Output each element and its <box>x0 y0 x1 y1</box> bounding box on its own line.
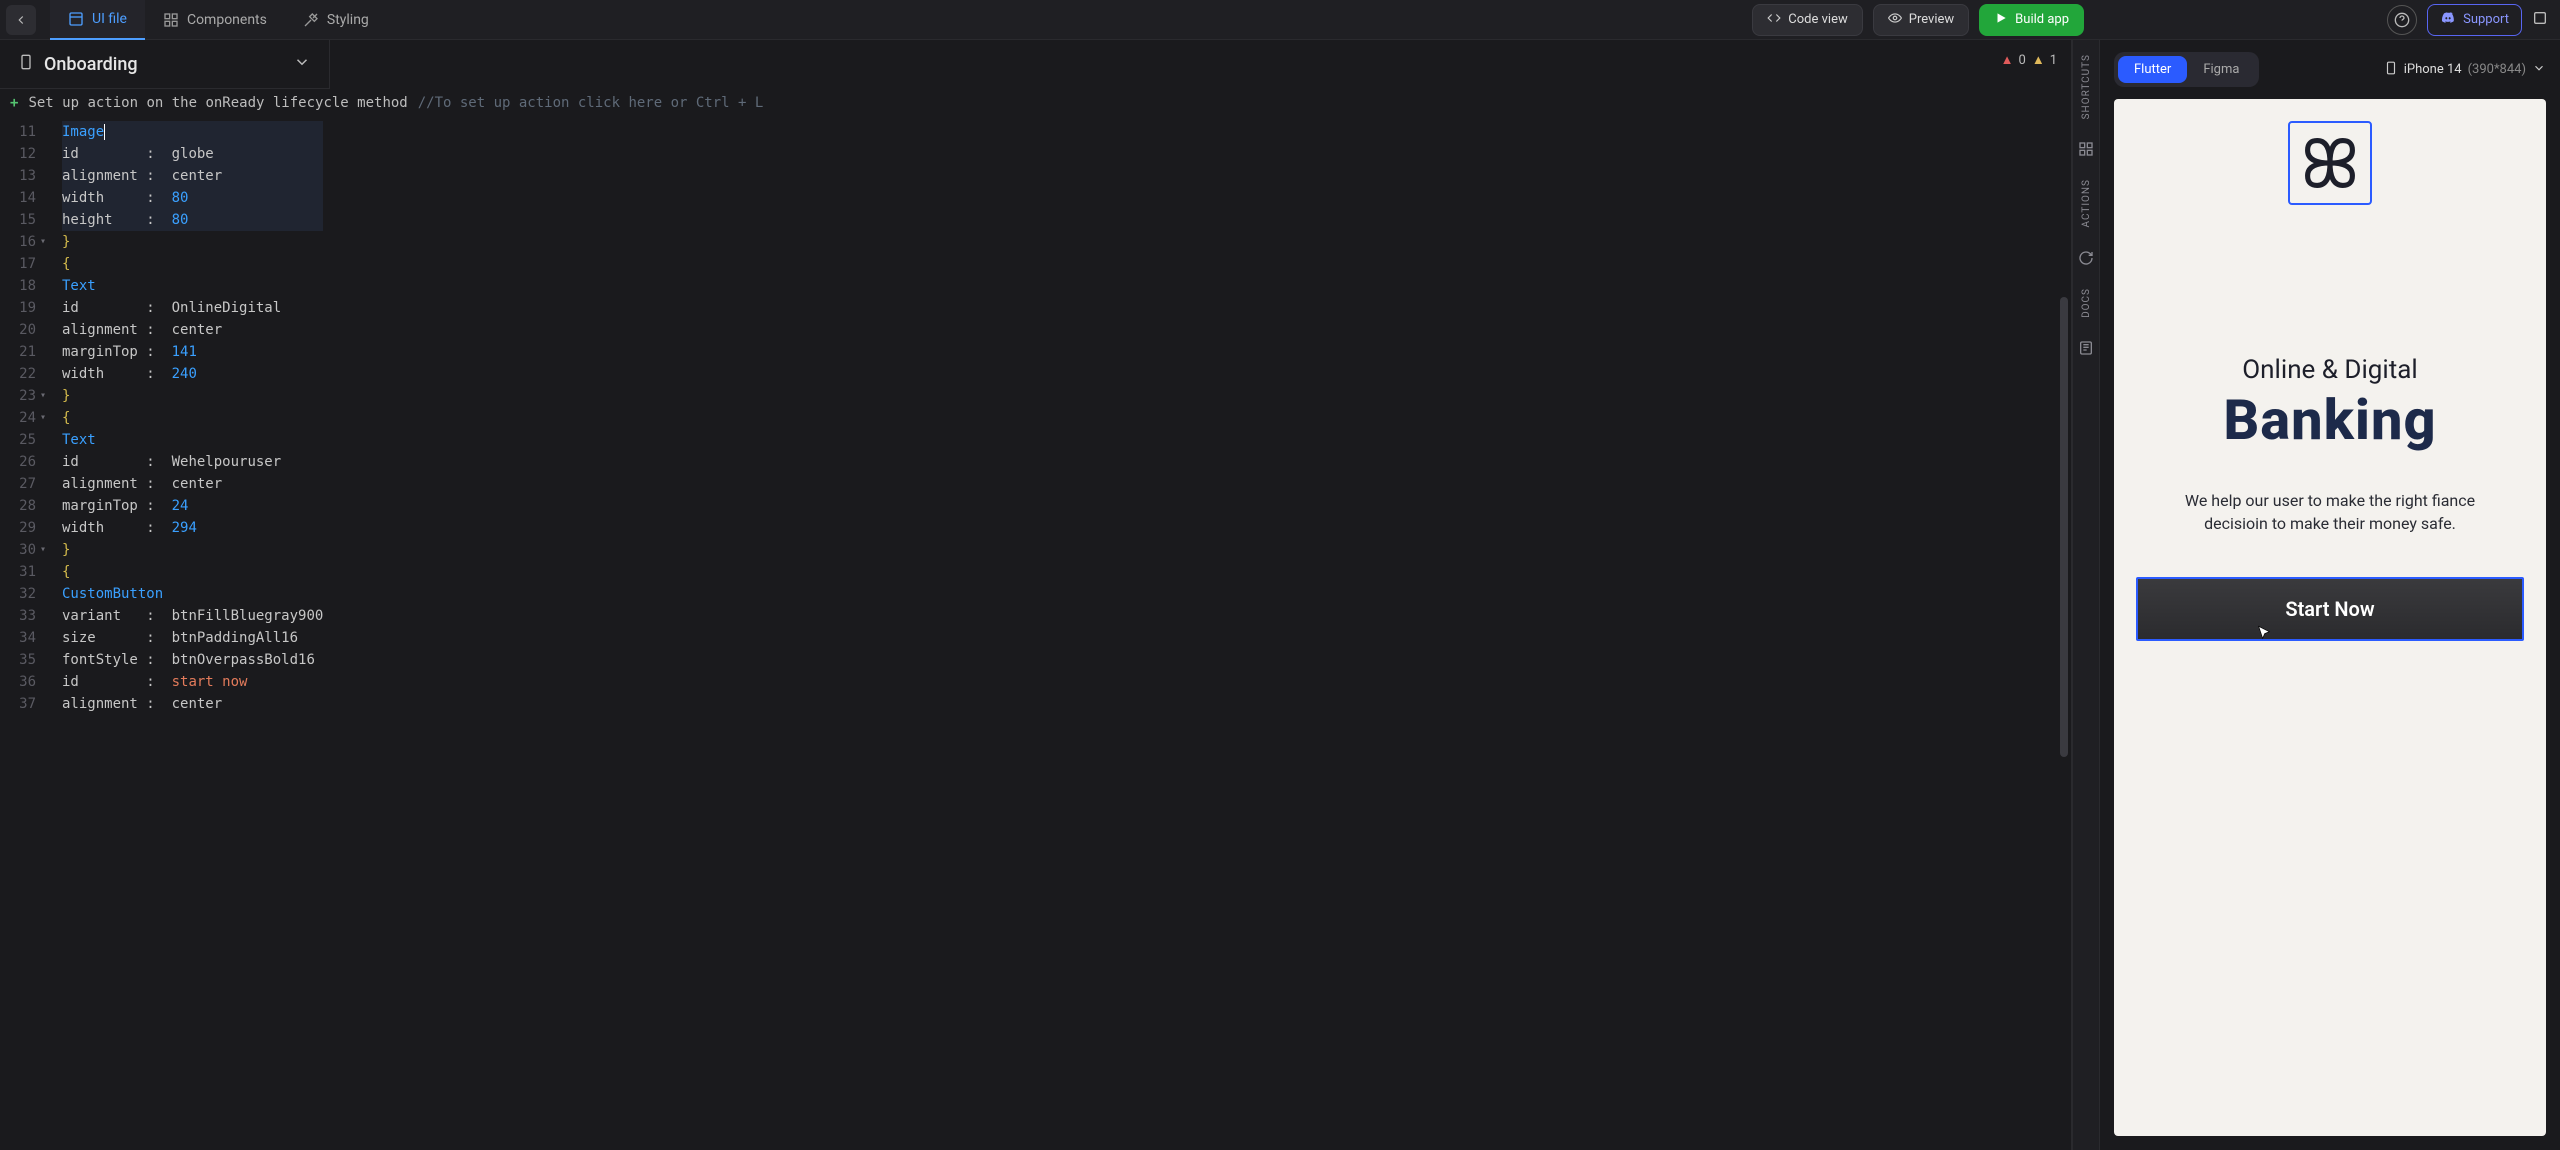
problem-counters[interactable]: ▲ 0 ▲ 1 <box>2001 52 2057 68</box>
onboarding-big: Banking <box>2223 387 2436 453</box>
expand-icon[interactable] <box>2532 10 2548 30</box>
code-line[interactable]: fontStyle : btnOverpassBold16 <box>62 649 323 671</box>
styling-icon <box>303 12 319 28</box>
code-line[interactable]: { <box>62 561 323 583</box>
code-line[interactable]: Image <box>62 121 323 143</box>
top-tabs: UI file Components Styling <box>50 0 387 40</box>
code-line[interactable]: CustomButton <box>62 583 323 605</box>
start-now-label: Start Now <box>2285 597 2374 621</box>
tab-components[interactable]: Components <box>145 0 285 40</box>
editor-panel: Onboarding ▲ 0 ▲ 1 + Set up action on th… <box>0 40 2072 1150</box>
code-line[interactable]: width : 294 <box>62 517 323 539</box>
file-header: Onboarding <box>0 40 330 89</box>
main: Onboarding ▲ 0 ▲ 1 + Set up action on th… <box>0 40 2560 1150</box>
app-logo[interactable] <box>2288 121 2372 205</box>
action-hint-text: Set up action on the onReady lifecycle m… <box>28 95 407 111</box>
code-line[interactable]: marginTop : 24 <box>62 495 323 517</box>
code-line[interactable]: width : 80 <box>62 187 323 209</box>
action-hint-comment: //To set up action click here or Ctrl + … <box>418 95 764 111</box>
start-now-button[interactable]: Start Now <box>2136 577 2524 641</box>
chevron-down-icon[interactable] <box>293 53 311 75</box>
file-name: Onboarding <box>44 54 138 75</box>
preview-label: Preview <box>1909 12 1954 27</box>
code-line[interactable]: { <box>62 253 323 275</box>
code-line[interactable]: width : 240 <box>62 363 323 385</box>
device-select[interactable]: iPhone 14 (390*844) <box>2384 59 2546 81</box>
code-line[interactable]: id : globe <box>62 143 323 165</box>
help-button[interactable] <box>2387 5 2417 35</box>
grid-icon[interactable] <box>2078 141 2094 157</box>
support-label: Support <box>2463 12 2509 27</box>
code-line[interactable]: alignment : center <box>62 693 323 715</box>
code-line[interactable]: alignment : center <box>62 473 323 495</box>
back-button[interactable] <box>6 5 36 35</box>
code-icon <box>1767 11 1781 29</box>
tab-label: Styling <box>327 12 369 28</box>
components-icon <box>163 12 179 28</box>
error-icon: ▲ <box>2001 52 2014 68</box>
code-line[interactable]: alignment : center <box>62 165 323 187</box>
code-line[interactable]: marginTop : 141 <box>62 341 323 363</box>
tab-styling[interactable]: Styling <box>285 0 387 40</box>
seg-flutter[interactable]: Flutter <box>2118 56 2187 83</box>
eye-icon <box>1888 11 1902 29</box>
play-icon <box>1994 11 2008 29</box>
code-line[interactable]: variant : btnFillBluegray900 <box>62 605 323 627</box>
action-hint-bar[interactable]: + Set up action on the onReady lifecycle… <box>0 89 2071 117</box>
code-line[interactable]: id : OnlineDigital <box>62 297 323 319</box>
phone-icon <box>2384 59 2398 81</box>
code-editor[interactable]: 111213141516▾17181920212223▾24▾252627282… <box>0 117 2071 1150</box>
code-line[interactable]: id : start now <box>62 671 323 693</box>
framework-segmented: Flutter Figma <box>2114 52 2259 87</box>
scrollbar[interactable] <box>2060 297 2068 757</box>
error-count: 0 <box>2019 53 2026 68</box>
seg-figma[interactable]: Figma <box>2187 56 2255 83</box>
support-button[interactable]: Support <box>2427 4 2522 36</box>
side-docs[interactable]: DOCS <box>2081 288 2092 318</box>
ui-file-icon <box>68 11 84 27</box>
side-shortcuts[interactable]: SHORTCUTS <box>2081 54 2092 119</box>
code-line[interactable]: alignment : center <box>62 319 323 341</box>
side-actions[interactable]: ACTIONS <box>2081 179 2092 227</box>
device-name: iPhone 14 <box>2404 62 2462 77</box>
device-dims: (390*844) <box>2468 62 2526 77</box>
code-line[interactable]: } <box>62 385 323 407</box>
phone-preview: Online & Digital Banking We help our use… <box>2114 99 2546 1136</box>
code-line[interactable]: height : 80 <box>62 209 323 231</box>
cursor-icon <box>2256 623 2272 643</box>
code-line[interactable]: } <box>62 539 323 561</box>
preview-button[interactable]: Preview <box>1873 4 1969 36</box>
preview-panel: Flutter Figma iPhone 14 (390*844) <box>2100 40 2560 1150</box>
code-line[interactable]: { <box>62 407 323 429</box>
side-strip: SHORTCUTS ACTIONS DOCS <box>2072 40 2100 1150</box>
onboarding-title: Online & Digital <box>2242 355 2417 385</box>
onboarding-subtitle: We help our user to make the right fianc… <box>2170 489 2490 535</box>
top-actions: Code view Preview Build app <box>1752 4 2084 36</box>
code-line[interactable]: Text <box>62 429 323 451</box>
code-line[interactable]: } <box>62 231 323 253</box>
chevron-down-icon <box>2532 61 2546 79</box>
code-line[interactable]: size : btnPaddingAll16 <box>62 627 323 649</box>
tab-label: Components <box>187 12 267 28</box>
refresh-icon[interactable] <box>2078 250 2094 266</box>
code-view-button[interactable]: Code view <box>1752 4 1862 36</box>
topbar: UI file Components Styling Code view <box>0 0 2560 40</box>
code-view-label: Code view <box>1788 12 1847 27</box>
warning-count: 1 <box>2050 53 2057 68</box>
doc-icon[interactable] <box>2078 340 2094 356</box>
knot-icon <box>2298 131 2362 195</box>
discord-icon <box>2440 10 2456 30</box>
tab-label: UI file <box>92 11 127 27</box>
tab-ui-file[interactable]: UI file <box>50 0 145 40</box>
file-icon <box>18 52 34 76</box>
code-line[interactable]: id : Wehelpouruser <box>62 451 323 473</box>
build-label: Build app <box>2015 12 2069 27</box>
code-line[interactable]: Text <box>62 275 323 297</box>
plus-icon: + <box>10 95 18 111</box>
build-app-button[interactable]: Build app <box>1979 4 2084 36</box>
warning-icon: ▲ <box>2032 52 2045 68</box>
preview-header: Flutter Figma iPhone 14 (390*844) <box>2100 40 2560 99</box>
